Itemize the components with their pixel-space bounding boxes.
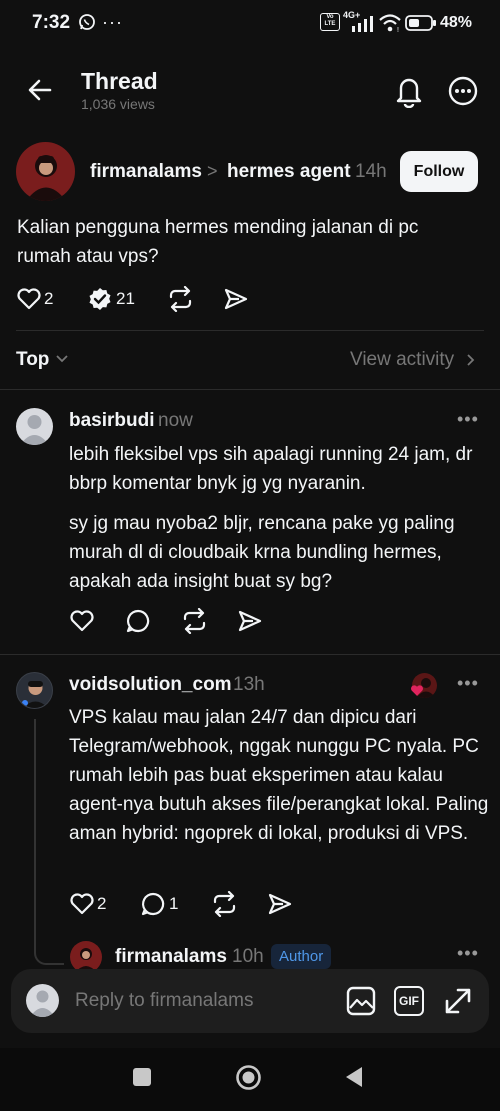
repost-button[interactable] (211, 891, 238, 917)
comment-more-icon[interactable]: ••• (457, 409, 479, 430)
divider (0, 654, 500, 655)
like-button[interactable] (69, 892, 95, 916)
send-icon (268, 893, 292, 915)
comment-time: 10h (232, 946, 264, 967)
status-bar: 7:32 ··· Vo LTE 4G+ ! 48% (0, 0, 500, 48)
back-arrow-icon (28, 79, 52, 101)
like-count: 2 (97, 894, 107, 913)
author-badge: Author (271, 944, 332, 969)
like-count: 2 (44, 289, 54, 308)
notifications-button[interactable] (393, 74, 425, 108)
repost-icon (213, 891, 236, 917)
verified-check-icon (89, 288, 111, 310)
comment-author[interactable]: basirbudi (69, 410, 155, 432)
comment-time: now (158, 410, 193, 431)
image-icon (346, 986, 376, 1016)
home-icon (236, 1065, 261, 1090)
divider (16, 330, 484, 331)
battery-percent: 48% (440, 14, 473, 31)
thread-line (34, 719, 36, 952)
thread-line-curve (34, 951, 64, 965)
comment-more-icon[interactable]: ••• (457, 673, 479, 694)
send-icon (224, 288, 248, 310)
reply-count: 21 (116, 289, 135, 308)
wifi-icon: ! (378, 13, 402, 33)
heart-icon (70, 893, 94, 915)
like-button[interactable] (16, 287, 42, 311)
avatar[interactable] (16, 408, 53, 445)
comment-text: sy jg mau nyoba2 bljr, rencana pake yg p… (69, 513, 455, 592)
repost-button[interactable] (167, 286, 194, 312)
home-button[interactable] (235, 1064, 262, 1091)
more-dots-icon: ··· (102, 12, 123, 32)
chevron-down-icon[interactable] (55, 354, 69, 364)
back-button[interactable] (26, 76, 54, 104)
comment-time: 13h (233, 674, 265, 695)
reply-button[interactable] (125, 608, 151, 634)
recents-button[interactable] (133, 1068, 151, 1086)
comment-author[interactable]: voidsolution_com (69, 674, 232, 696)
reply-input[interactable]: Reply to firmanalams (75, 990, 253, 1012)
heart-filled-icon (410, 684, 424, 697)
post-time: 14h (355, 161, 387, 182)
reply-button[interactable] (140, 891, 166, 917)
view-activity-link[interactable]: View activity (350, 349, 454, 371)
volte-icon: Vo LTE (320, 13, 340, 31)
share-button[interactable] (223, 287, 249, 311)
reply-count: 1 (169, 894, 179, 913)
comment-more-icon[interactable]: ••• (457, 943, 479, 964)
svg-text:!: ! (397, 27, 399, 33)
post-body: Kalian pengguna hermes mending jalanan d… (17, 217, 419, 267)
like-button[interactable] (69, 609, 95, 633)
comment-bubble-icon (141, 892, 165, 916)
more-circle-icon (448, 76, 478, 106)
avatar (26, 984, 59, 1017)
bell-icon (396, 78, 422, 108)
repost-icon (169, 286, 192, 312)
sort-dropdown[interactable]: Top (16, 349, 49, 371)
whatsapp-icon (78, 13, 96, 31)
send-icon (238, 610, 262, 632)
post-author[interactable]: firmanalams (90, 161, 202, 183)
gif-icon: GIF (399, 994, 419, 1008)
chevron-right-icon: > (207, 161, 218, 181)
heart-icon (70, 610, 94, 632)
back-triangle-icon (346, 1067, 362, 1087)
comment-text: VPS kalau mau jalan 24/7 dan dipicu dari… (69, 707, 489, 844)
replies-button[interactable] (88, 287, 112, 311)
heart-icon (17, 288, 41, 310)
image-button[interactable] (346, 986, 376, 1016)
signal-4g-icon (350, 16, 374, 32)
more-options-button[interactable] (447, 75, 479, 107)
page-title: Thread (81, 68, 158, 94)
avatar[interactable] (16, 672, 53, 709)
share-button[interactable] (237, 609, 263, 633)
view-count: 1,036 views (81, 96, 155, 112)
expand-icon (445, 988, 471, 1014)
status-time: 7:32 (32, 12, 71, 33)
back-nav-button[interactable] (344, 1066, 364, 1088)
chevron-right-icon[interactable] (466, 353, 476, 367)
expand-button[interactable] (443, 986, 473, 1016)
battery-icon (405, 15, 437, 31)
repost-button[interactable] (181, 608, 208, 634)
share-button[interactable] (267, 892, 293, 916)
follow-button[interactable]: Follow (400, 151, 478, 192)
comment-text: lebih fleksibel vps sih apalagi running … (69, 444, 473, 494)
repost-icon (183, 608, 206, 634)
comment-bubble-icon (126, 609, 150, 633)
post-topic[interactable]: hermes agent (227, 161, 351, 183)
volte-text: Vo LTE (324, 14, 336, 27)
comment-author[interactable]: firmanalams (115, 946, 227, 968)
divider (0, 389, 500, 390)
avatar[interactable] (16, 142, 75, 201)
gif-button[interactable]: GIF (394, 986, 424, 1016)
